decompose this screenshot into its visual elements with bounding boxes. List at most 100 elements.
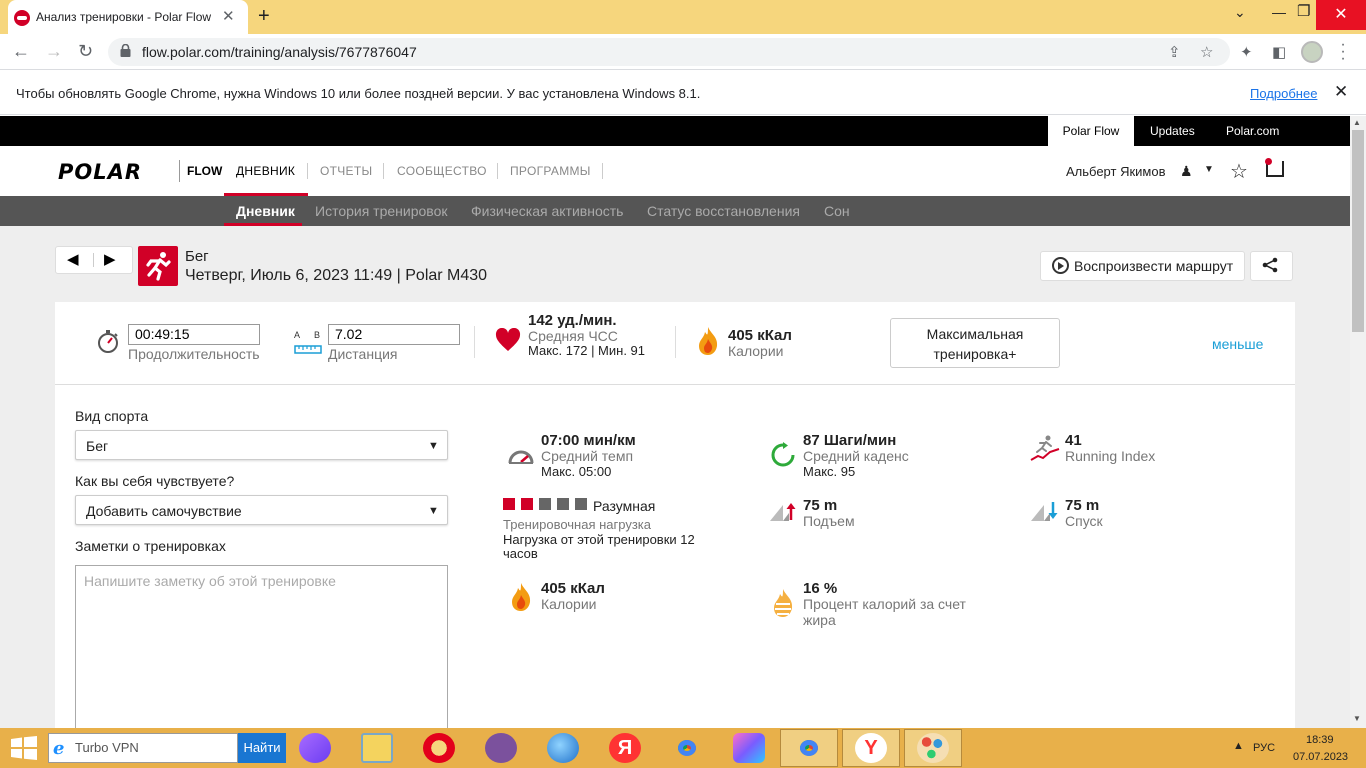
nav-divider xyxy=(383,163,384,179)
back-arrow-icon[interactable]: ← xyxy=(12,41,30,62)
flame-icon xyxy=(512,583,531,611)
hr-min-max: Макс. 172 | Мин. 91 xyxy=(528,343,646,358)
sport-select[interactable] xyxy=(75,430,448,460)
sport-select-value[interactable]: Бег xyxy=(86,438,108,454)
notes-label: Заметки о тренировках xyxy=(75,538,226,554)
distance-field[interactable]: 7.02 xyxy=(328,324,460,345)
tray-expand-icon[interactable]: ▲ xyxy=(1233,740,1244,752)
pace-value: 07:00 мин/км xyxy=(541,432,636,449)
reload-icon[interactable]: ↻ xyxy=(78,41,93,62)
tab-close-icon[interactable]: ✕ xyxy=(222,7,235,25)
chrome-running-icon[interactable] xyxy=(793,733,825,763)
restore-icon[interactable]: ❐ xyxy=(1297,2,1310,20)
chrome-menu-icon[interactable]: · · · xyxy=(1338,37,1348,67)
play-circle-icon[interactable] xyxy=(1052,257,1069,274)
notes-textarea[interactable] xyxy=(75,565,448,735)
next-arrow-icon[interactable]: ▶ xyxy=(104,250,116,268)
subnav-training-history[interactable]: История тренировок xyxy=(315,203,447,219)
nav-programs[interactable]: ПРОГРАММЫ xyxy=(510,164,591,178)
max-training-button[interactable]: Максимальная тренировка+ xyxy=(890,318,1060,368)
notification-dot xyxy=(1265,158,1272,165)
taskbar-search-button[interactable]: Найти xyxy=(238,733,286,763)
chevron-down-icon[interactable]: ▼ xyxy=(428,440,439,452)
calories-metric-label: Калории xyxy=(541,596,597,612)
windows-start-icon[interactable] xyxy=(10,736,38,760)
profile-avatar[interactable] xyxy=(1301,41,1323,63)
lock-icon xyxy=(120,44,131,57)
nav-community[interactable]: СООБЩЕСТВО xyxy=(397,164,487,178)
load-level-square xyxy=(557,498,569,510)
nav-diary[interactable]: ДНЕВНИК xyxy=(236,164,295,178)
running-index-label: Running Index xyxy=(1065,448,1156,464)
url-text[interactable]: flow.polar.com/training/analysis/7677876… xyxy=(142,44,417,60)
subnav-diary[interactable]: Дневник xyxy=(236,203,295,219)
share-page-icon[interactable]: ⇪ xyxy=(1168,43,1181,61)
sport-name: Бег xyxy=(185,248,209,265)
taskbar-search-text[interactable]: Turbo VPN xyxy=(75,740,139,755)
favorites-star-icon[interactable]: ☆ xyxy=(1230,159,1248,184)
avg-hr-value: 142 уд./мин. xyxy=(528,312,617,329)
chevron-down-icon[interactable]: ▼ xyxy=(428,505,439,517)
toplink-polar-com[interactable]: Polar.com xyxy=(1226,124,1279,138)
toplink-updates[interactable]: Updates xyxy=(1150,124,1195,138)
globe-browser-icon[interactable] xyxy=(547,733,579,763)
duration-field[interactable]: 00:49:15 xyxy=(128,324,260,345)
forward-arrow-icon[interactable]: → xyxy=(45,41,63,62)
avg-hr-label: Средняя ЧСС xyxy=(528,328,618,344)
paint-icon[interactable] xyxy=(917,733,949,763)
yandex-icon[interactable]: Я xyxy=(609,733,641,763)
flow-label: FLOW xyxy=(187,164,223,178)
subnav-recovery[interactable]: Статус восстановления xyxy=(647,203,800,219)
scroll-up-icon[interactable]: ▲ xyxy=(1353,118,1361,127)
tab-search-chevron-icon[interactable]: ⌄ xyxy=(1234,4,1246,21)
opera-icon[interactable] xyxy=(423,733,455,763)
running-index-value: 41 xyxy=(1065,432,1082,449)
subnav-activity[interactable]: Физическая активность xyxy=(471,203,623,219)
infobar-more-link[interactable]: Подробнее xyxy=(1250,86,1317,101)
cadence-icon xyxy=(771,442,795,467)
minimize-icon[interactable]: — xyxy=(1272,4,1286,20)
input-language[interactable]: РУС xyxy=(1253,742,1275,754)
clock-date[interactable]: 07.07.2023 xyxy=(1293,751,1348,763)
file-explorer-icon[interactable] xyxy=(361,733,393,763)
new-tab-plus-icon[interactable]: + xyxy=(258,5,270,28)
feeling-select-value[interactable]: Добавить самочувствие xyxy=(86,503,242,519)
less-link[interactable]: меньше xyxy=(1212,336,1263,352)
toplink-polar-flow[interactable]: Polar Flow xyxy=(1048,116,1134,146)
replay-route-label[interactable]: Воспроизвести маршрут xyxy=(1074,258,1233,274)
flame-icon xyxy=(699,327,718,355)
viber-icon[interactable] xyxy=(485,733,517,763)
alice-assistant-icon[interactable] xyxy=(299,733,331,763)
training-load-text: Разумная xyxy=(593,498,656,514)
logo-divider xyxy=(179,160,180,182)
ascent-label: Подъем xyxy=(803,513,855,529)
fat-burn-icon xyxy=(774,589,793,617)
notes-placeholder[interactable]: Напишите заметку об этой тренировке xyxy=(84,573,336,589)
load-level-square xyxy=(521,498,533,510)
previous-arrow-icon[interactable]: ◀ xyxy=(67,250,79,268)
side-panel-icon[interactable]: ◧ xyxy=(1272,43,1286,61)
scroll-down-icon[interactable]: ▼ xyxy=(1353,714,1361,723)
user-icon[interactable]: ♟ xyxy=(1180,163,1193,180)
subnav-sleep[interactable]: Сон xyxy=(824,203,850,219)
ie-icon: e xyxy=(53,738,65,759)
yandex-browser-icon[interactable]: Y xyxy=(855,733,887,763)
ascent-value: 75 m xyxy=(803,497,838,514)
polar-logo[interactable]: POLAR xyxy=(58,160,142,184)
descent-label: Спуск xyxy=(1065,513,1103,529)
chrome-icon[interactable] xyxy=(671,733,703,763)
prism-app-icon[interactable] xyxy=(733,733,765,763)
clock-time[interactable]: 18:39 xyxy=(1306,734,1334,746)
bookmark-star-icon[interactable]: ☆ xyxy=(1200,43,1213,61)
user-name[interactable]: Альберт Якимов xyxy=(1066,164,1165,179)
extensions-puzzle-icon[interactable]: ✦ xyxy=(1240,43,1253,61)
chevron-down-icon[interactable]: ▼ xyxy=(1204,164,1214,175)
infobar-close-icon[interactable]: ✕ xyxy=(1334,82,1348,102)
scrollbar-thumb[interactable] xyxy=(1352,130,1364,332)
descent-icon xyxy=(1031,502,1058,521)
nav-reports[interactable]: ОТЧЕТЫ xyxy=(320,164,372,178)
window-close-icon[interactable]: ✕ xyxy=(1316,0,1366,30)
polar-favicon-icon xyxy=(14,10,30,26)
heart-icon xyxy=(495,328,521,351)
share-icon[interactable] xyxy=(1261,257,1279,273)
